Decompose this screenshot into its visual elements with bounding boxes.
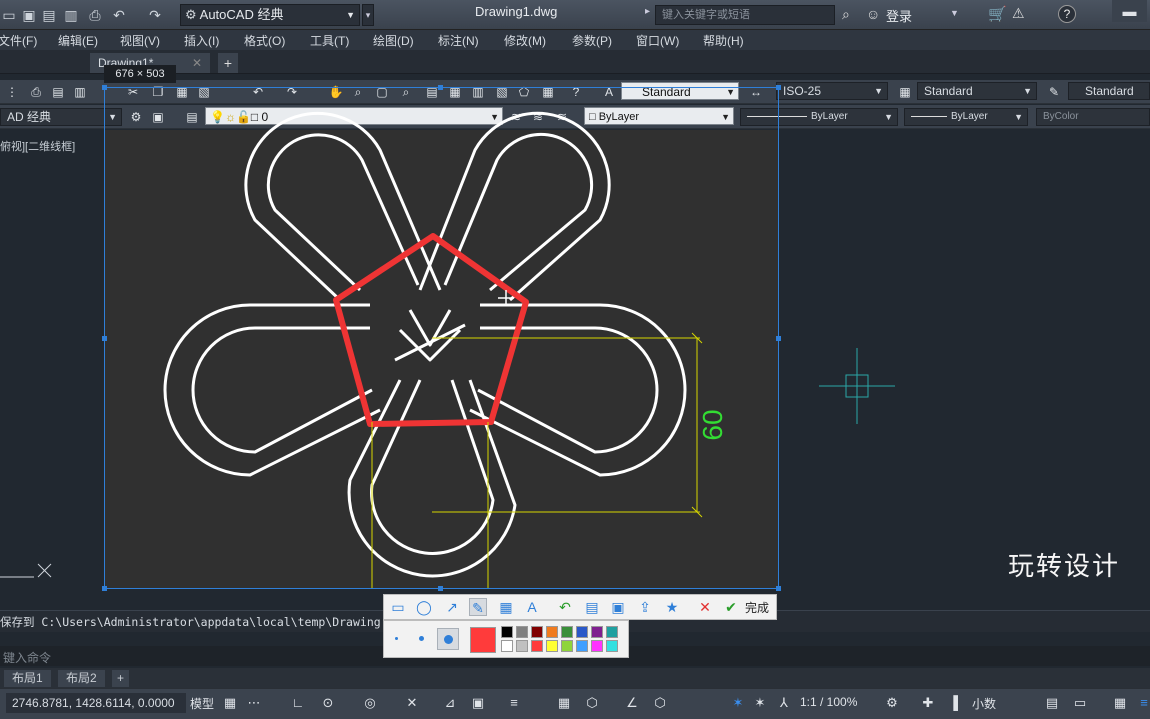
layout-tab-bar	[0, 668, 1150, 688]
color-swatch[interactable]	[576, 626, 588, 638]
color-swatch[interactable]	[561, 626, 573, 638]
plus-icon[interactable]: ✚	[920, 695, 936, 711]
customization-icon[interactable]: ≡	[1136, 695, 1150, 711]
ellipse-tool-icon[interactable]: ◯	[415, 598, 433, 616]
selection-cycling-icon[interactable]: ≡	[506, 695, 522, 711]
resize-handle[interactable]	[102, 586, 107, 591]
capture-frame[interactable]	[104, 87, 779, 589]
brush-size-small[interactable]	[395, 637, 398, 640]
check-icon[interactable]: ✔	[722, 598, 740, 616]
color-swatch[interactable]	[546, 640, 558, 652]
snap-icon[interactable]: ⋯	[246, 695, 262, 711]
resize-handle[interactable]	[102, 336, 107, 341]
tab-layout1[interactable]: 布局1	[4, 670, 51, 687]
quick-properties-icon[interactable]: ▤	[1044, 695, 1060, 711]
rectangle-tool-icon[interactable]: ▭	[389, 598, 407, 616]
3d-osnap-icon[interactable]: ⬡	[652, 695, 668, 711]
capture-size-badge: 676 × 503	[104, 65, 176, 83]
share-icon[interactable]: ⇪	[636, 598, 654, 616]
grid-icon[interactable]: ▦	[222, 695, 238, 711]
annotation-visibility-icon[interactable]: ✶	[730, 695, 746, 711]
save-icon[interactable]: ▤	[583, 598, 601, 616]
undo-icon[interactable]: ↶	[556, 598, 574, 616]
tab-layout2[interactable]: 布局2	[58, 670, 105, 687]
auto-scale-icon[interactable]: ✶	[752, 695, 768, 711]
drawing-crosshair-icon	[819, 348, 895, 424]
color-swatch[interactable]	[576, 640, 588, 652]
color-swatch[interactable]	[516, 626, 528, 638]
color-swatch[interactable]	[501, 640, 513, 652]
workspace-switch-icon[interactable]: ⚙	[884, 695, 900, 711]
units-readout[interactable]: 小数	[972, 695, 996, 712]
color-swatch[interactable]	[531, 626, 543, 638]
color-swatch[interactable]	[561, 640, 573, 652]
brush-size-large[interactable]	[437, 628, 459, 650]
cancel-icon[interactable]: ✕	[696, 598, 714, 616]
resize-handle[interactable]	[438, 85, 443, 90]
arrow-tool-icon[interactable]: ↗	[443, 598, 461, 616]
polar-icon[interactable]: ⊙	[320, 695, 336, 711]
otrack-icon[interactable]: ✕	[404, 695, 420, 711]
color-swatch[interactable]	[516, 640, 528, 652]
ortho-icon[interactable]: ∟	[290, 695, 306, 711]
color-swatch[interactable]	[546, 626, 558, 638]
dynamic-ucs-icon[interactable]: ∠	[624, 695, 640, 711]
resize-handle[interactable]	[776, 336, 781, 341]
graphics-performance-icon[interactable]: ▭	[1072, 695, 1088, 711]
resize-handle[interactable]	[102, 85, 107, 90]
resize-handle[interactable]	[776, 85, 781, 90]
current-color-swatch[interactable]	[470, 627, 496, 653]
color-swatch[interactable]	[531, 640, 543, 652]
color-swatch[interactable]	[591, 640, 603, 652]
properties-toggle-icon[interactable]: ▌	[950, 695, 966, 711]
color-swatch-grid	[501, 626, 623, 654]
watermark: 玩转设计	[1008, 552, 1121, 582]
model-space-button[interactable]: 模型	[190, 695, 214, 712]
pin-icon[interactable]: ▣	[609, 598, 627, 616]
color-swatch[interactable]	[591, 626, 603, 638]
color-swatch[interactable]	[501, 626, 513, 638]
transparency-icon[interactable]: ▣	[470, 695, 486, 711]
mosaic-tool-icon[interactable]: ▦	[497, 598, 515, 616]
pen-tool-icon[interactable]: ✎	[469, 598, 487, 616]
text-tool-icon[interactable]: A	[523, 598, 541, 616]
annotation-monitor-icon[interactable]: ▦	[556, 695, 572, 711]
annotation-scale-readout[interactable]: 1:1 / 100%	[800, 695, 857, 709]
annotation-scale-icon[interactable]: ⅄	[776, 695, 792, 711]
command-placeholder: 键入命令	[3, 651, 52, 665]
color-swatch[interactable]	[606, 626, 618, 638]
resize-handle[interactable]	[776, 586, 781, 591]
clean-screen-icon[interactable]: ▦	[1112, 695, 1128, 711]
done-button[interactable]: 完成	[745, 599, 769, 616]
add-layout-button[interactable]: +	[112, 670, 130, 687]
resize-handle[interactable]	[438, 586, 443, 591]
command-history-text: 保存到 C:\Users\Administrator\appdata\local…	[0, 615, 381, 629]
osnap-icon[interactable]: ◎	[362, 695, 378, 711]
favorite-icon[interactable]: ★	[663, 598, 681, 616]
brush-size-medium[interactable]	[419, 636, 424, 641]
ucs-icon	[0, 563, 52, 578]
lineweight-toggle-icon[interactable]: ⊿	[442, 695, 458, 711]
coordinates-readout: 2746.8781, 1428.6114, 0.0000	[6, 693, 186, 713]
isometric-icon[interactable]: ⬡	[584, 695, 600, 711]
color-swatch[interactable]	[606, 640, 618, 652]
